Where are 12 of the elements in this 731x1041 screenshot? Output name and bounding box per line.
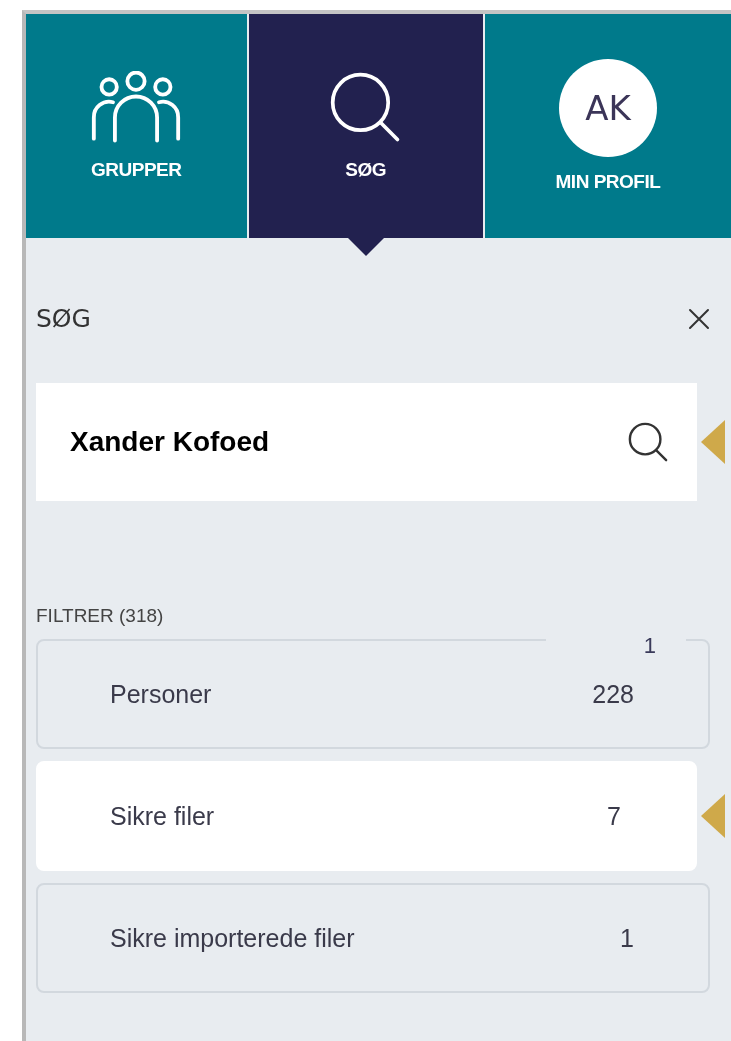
close-icon[interactable] <box>687 306 711 331</box>
filter-item[interactable]: Sikre filer 7 <box>36 761 697 871</box>
avatar: AK <box>558 59 657 157</box>
panel-title: SØG <box>36 304 91 333</box>
people-group-icon <box>90 71 183 145</box>
filter-heading: FILTRER (318) <box>36 605 165 627</box>
filter-item[interactable]: Sikre importerede filer 1 <box>36 883 710 993</box>
tab-pointer-icon <box>347 238 384 256</box>
search-icon[interactable] <box>627 421 669 463</box>
nav-tab[interactable]: AK MIN PROFIL <box>484 14 731 238</box>
nav-tab[interactable]: GRUPPER <box>26 14 249 238</box>
search-field[interactable]: Xander Kofoed <box>36 383 697 501</box>
